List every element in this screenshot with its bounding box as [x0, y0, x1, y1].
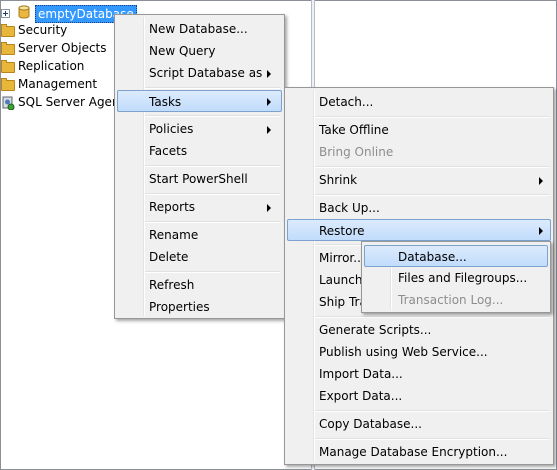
menu-item-back-up[interactable]: Back Up... — [287, 197, 551, 219]
tree-label: SQL Server Agent — [18, 95, 125, 109]
submenu-arrow-icon — [267, 70, 271, 78]
menu-item-label: Start PowerShell — [149, 172, 248, 186]
tree-node-management[interactable]: Management — [0, 75, 110, 93]
submenu-arrow-icon — [267, 98, 271, 106]
menu-item-label: Manage Database Encryption... — [319, 445, 508, 459]
context-menu: New Database... New Query Script Databas… — [114, 14, 285, 319]
menu-item-generate-scripts[interactable]: Generate Scripts... — [287, 319, 551, 341]
menu-item-new-query[interactable]: New Query — [117, 40, 282, 62]
menu-item-label: Shrink — [319, 173, 358, 187]
menu-item-label: Reports — [149, 200, 196, 214]
menu-item-take-offline[interactable]: Take Offline — [287, 119, 551, 141]
menu-item-label: Script Database as — [149, 66, 263, 80]
menu-separator — [145, 193, 280, 195]
menu-item-label: Copy Database... — [319, 417, 422, 431]
menu-item-label: Ship Tra — [319, 295, 367, 309]
menu-item-reports[interactable]: Reports — [117, 196, 282, 218]
tree-label: Management — [18, 77, 98, 91]
menu-item-label: Import Data... — [319, 367, 403, 381]
menu-item-label: Mirror... — [319, 251, 365, 265]
menu-item-facets[interactable]: Facets — [117, 140, 282, 162]
menu-item-properties[interactable]: Properties — [117, 296, 282, 318]
menu-item-label: Take Offline — [319, 123, 389, 137]
tree-node-database[interactable]: emptyDatabase — [0, 2, 137, 23]
menu-item-label: Generate Scripts... — [319, 323, 432, 337]
menu-item-label: Delete — [149, 250, 189, 264]
menu-separator — [315, 194, 549, 196]
tree-label: Server Objects — [18, 41, 107, 55]
expand-icon[interactable] — [1, 9, 10, 18]
menu-item-import-data[interactable]: Import Data... — [287, 363, 551, 385]
menu-item-label: Files and Filegroups... — [398, 271, 528, 285]
menu-item-label: Back Up... — [319, 201, 380, 215]
menu-item-restore-files-filegroups[interactable]: Files and Filegroups... — [364, 267, 548, 289]
menu-item-copy-database[interactable]: Copy Database... — [287, 413, 551, 435]
menu-item-label: Detach... — [319, 95, 374, 109]
menu-item-label: Publish using Web Service... — [319, 345, 488, 359]
menu-separator — [145, 115, 280, 117]
submenu-arrow-icon — [267, 126, 271, 134]
folder-icon — [1, 60, 15, 73]
menu-item-label: Restore — [319, 224, 365, 238]
menu-separator — [315, 166, 549, 168]
folder-icon — [1, 78, 15, 91]
menu-item-restore-database[interactable]: Database... — [364, 245, 548, 267]
menu-item-export-data[interactable]: Export Data... — [287, 385, 551, 407]
menu-item-label: Rename — [149, 228, 199, 242]
folder-icon — [1, 42, 15, 55]
menu-item-detach[interactable]: Detach... — [287, 91, 551, 113]
menu-item-label: Launch — [319, 273, 363, 287]
menu-item-start-powershell[interactable]: Start PowerShell — [117, 168, 282, 190]
menu-item-label: Refresh — [149, 278, 195, 292]
menu-item-label: Bring Online — [319, 145, 394, 159]
menu-item-refresh[interactable]: Refresh — [117, 274, 282, 296]
menu-separator — [145, 165, 280, 167]
menu-item-label: Database... — [398, 250, 467, 264]
tree-label: Replication — [18, 59, 85, 73]
menu-item-label: Properties — [149, 300, 210, 314]
tree-node-sql-server-agent[interactable]: SQL Server Agent — [0, 93, 124, 111]
menu-item-label: New Query — [149, 44, 216, 58]
menu-separator — [315, 410, 549, 412]
menu-item-shrink[interactable]: Shrink — [287, 169, 551, 191]
menu-item-rename[interactable]: Rename — [117, 224, 282, 246]
menu-item-script-database-as[interactable]: Script Database as — [117, 62, 282, 84]
menu-separator — [145, 271, 280, 273]
folder-icon — [1, 24, 15, 37]
menu-item-restore[interactable]: Restore — [287, 219, 551, 241]
menu-item-label: New Database... — [149, 22, 248, 36]
menu-separator — [315, 316, 549, 318]
tree-label: Security — [18, 23, 68, 37]
menu-item-publish-web-service[interactable]: Publish using Web Service... — [287, 341, 551, 363]
tree-node-security[interactable]: Security — [0, 21, 110, 39]
tree-node-server-objects[interactable]: Server Objects — [0, 39, 110, 57]
menu-separator — [145, 87, 280, 89]
tree-node-replication[interactable]: Replication — [0, 57, 110, 75]
menu-item-label: Policies — [149, 122, 194, 136]
submenu-arrow-icon — [539, 177, 543, 185]
menu-item-delete[interactable]: Delete — [117, 246, 282, 268]
submenu-arrow-icon — [539, 227, 543, 235]
menu-separator — [315, 116, 549, 118]
submenu-arrow-icon — [267, 204, 271, 212]
restore-submenu: Database... Files and Filegroups... Tran… — [361, 241, 551, 313]
sql-agent-icon — [2, 96, 15, 110]
menu-item-policies[interactable]: Policies — [117, 118, 282, 140]
menu-item-label: Export Data... — [319, 389, 403, 403]
menu-item-bring-online[interactable]: Bring Online — [287, 141, 551, 163]
menu-item-restore-transaction-log[interactable]: Transaction Log... — [364, 289, 548, 311]
menu-item-tasks[interactable]: Tasks — [117, 90, 282, 112]
menu-separator — [315, 438, 549, 440]
menu-separator — [145, 221, 280, 223]
menu-item-new-database[interactable]: New Database... — [117, 18, 282, 40]
database-icon — [18, 5, 30, 19]
menu-item-manage-database-encryption[interactable]: Manage Database Encryption... — [287, 441, 551, 463]
menu-item-label: Tasks — [149, 95, 182, 109]
menu-item-label: Transaction Log... — [398, 293, 504, 307]
menu-item-label: Facets — [149, 144, 188, 158]
